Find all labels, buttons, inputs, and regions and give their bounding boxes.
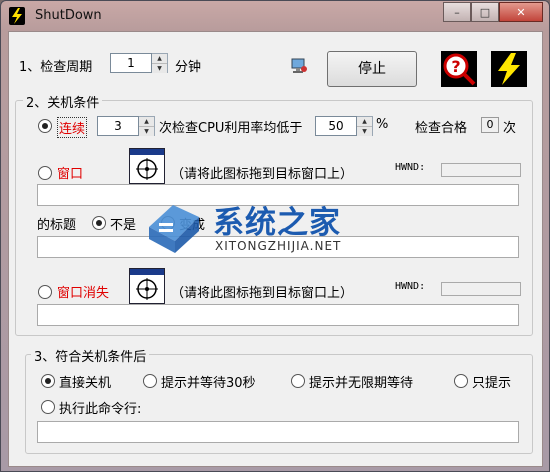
lightning-icon[interactable] [491, 51, 527, 87]
percent-value[interactable]: 50 [315, 116, 357, 136]
window-vanish-radio[interactable] [38, 285, 52, 299]
spin-down-icon[interactable]: ▼ [357, 126, 372, 136]
window-label: 窗口 [57, 167, 84, 182]
stop-button[interactable]: 停止 [327, 51, 417, 87]
pass-label: 检查合格 [415, 121, 468, 136]
vanish-window-input[interactable] [37, 304, 519, 326]
hwnd-label-2: HWND: [395, 281, 426, 292]
minimize-button[interactable]: – [443, 2, 471, 22]
window-radio[interactable] [38, 166, 52, 180]
app-window: ShutDown – □ ✕ 1、检查周期 1 ▲ ▼ 分钟 停止 ? 2、关机条… [0, 0, 550, 472]
network-icon [289, 56, 309, 76]
interval-unit: 分钟 [175, 60, 202, 75]
wait30-radio[interactable] [143, 374, 157, 388]
hwnd-field [441, 163, 521, 177]
svg-text:?: ? [451, 57, 460, 76]
prompt-only-label: 只提示 [472, 376, 512, 391]
percent-spinner[interactable]: 50 ▲ ▼ [315, 116, 373, 136]
lightning-app-icon [9, 7, 25, 25]
window-target-icon[interactable] [129, 148, 165, 184]
spin-up-icon[interactable]: ▲ [139, 117, 154, 126]
drag-hint: （请将此图标拖到目标窗口上） [171, 167, 354, 182]
interval-label: 1、检查周期 [19, 60, 93, 75]
not-label: 不是 [110, 218, 137, 233]
vanish-target-icon[interactable] [129, 268, 165, 304]
drag-hint-2: （请将此图标拖到目标窗口上） [171, 286, 354, 301]
maximize-button[interactable]: □ [471, 2, 499, 22]
hwnd-label: HWND: [395, 162, 426, 173]
pass-unit: 次 [503, 121, 517, 136]
shutdown-direct-label: 直接关机 [59, 376, 112, 391]
wait-forever-label: 提示并无限期等待 [309, 376, 414, 391]
command-line-input[interactable] [37, 421, 519, 443]
interval-spinner[interactable]: 1 ▲ ▼ [110, 53, 168, 73]
count-spinner[interactable]: 3 ▲ ▼ [97, 116, 155, 136]
watermark-sub: XITONGZHIJIA.NET [215, 239, 342, 253]
interval-value[interactable]: 1 [110, 53, 152, 73]
hwnd-field-2 [441, 282, 521, 296]
search-help-icon[interactable]: ? [441, 51, 477, 87]
percent-unit: % [376, 117, 389, 132]
pass-count: 0 [481, 117, 499, 133]
close-button[interactable]: ✕ [499, 2, 543, 22]
shutdown-direct-radio[interactable] [41, 374, 55, 388]
spin-up-icon[interactable]: ▲ [357, 117, 372, 126]
continuous-label: 连续 [57, 117, 88, 138]
not-radio[interactable] [92, 216, 106, 230]
watermark-text: 系统之家 [213, 205, 341, 241]
title-label: 的标题 [37, 218, 77, 233]
spin-down-icon[interactable]: ▼ [152, 63, 167, 73]
count-value[interactable]: 3 [97, 116, 139, 136]
wait30-label: 提示并等待30秒 [161, 376, 256, 391]
run-command-radio[interactable] [41, 400, 55, 414]
window-title: ShutDown [35, 8, 102, 23]
continuous-radio[interactable] [38, 119, 52, 133]
window-vanish-label: 窗口消失 [57, 286, 110, 301]
shutdown-conditions-title: 2、关机条件 [23, 92, 103, 111]
prompt-only-radio[interactable] [454, 374, 468, 388]
wait-forever-radio[interactable] [291, 374, 305, 388]
watermark-logo: 系统之家 XITONGZHIJIA.NET [143, 195, 403, 261]
run-command-label: 执行此命令行: [59, 402, 142, 417]
spin-up-icon[interactable]: ▲ [152, 54, 167, 63]
cpu-condition-text: 次检查CPU利用率均低于 [159, 121, 303, 136]
title-bar[interactable]: ShutDown – □ ✕ [1, 1, 549, 31]
spin-down-icon[interactable]: ▼ [139, 126, 154, 136]
after-condition-title: 3、符合关机条件后 [31, 346, 150, 365]
